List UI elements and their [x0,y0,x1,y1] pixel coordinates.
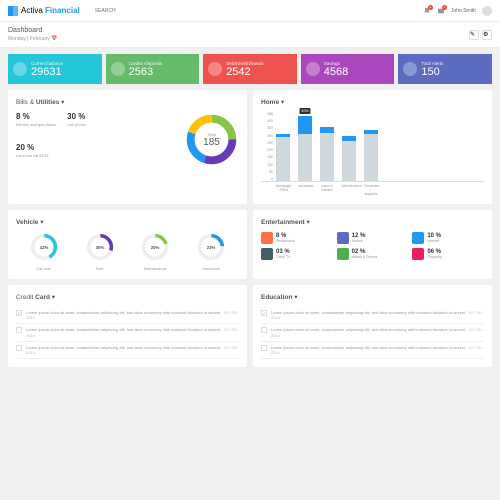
notification-badge: 2 [428,5,433,10]
category-icon [261,248,273,260]
entertainment-item: 8 %Restaurants [261,232,333,244]
category-icon [412,232,424,244]
y-axis: 450400350300250200150100500 [261,112,273,181]
tile-3[interactable]: Savings4568 [301,54,395,84]
credit-title: Credit Card ▾ [16,293,239,301]
entertainment-grid: 8 %Restaurants 12 %Movies10 %Internet 03 %… [261,232,484,260]
bills-card: Bills & Utilities ▾ 8 %Electric and gas,… [8,90,247,204]
settings-button[interactable]: ⚙ [482,30,492,40]
page-title: Dashboard [8,27,58,34]
education-card: Education ▾ ✓ Lorem ipsum dolor sit amet,… [253,285,492,367]
category-icon [412,248,424,260]
top-header: Activa Financial 2 3 John Smith [0,0,500,22]
bills-title: Bills & Utilities ▾ [16,98,239,106]
checkbox[interactable] [261,345,267,351]
logo[interactable]: Activa Financial [8,6,80,16]
entertainment-title: Entertainment ▾ [261,218,484,226]
bill-stat: 30 %Cell phone [67,112,112,137]
tile-icon [403,62,417,76]
list-item[interactable]: Lorem ipsum dolor sit amet, consectetuer… [261,342,484,359]
tile-icon [13,62,27,76]
home-bar-chart: 450400350300250200150100500 40% [261,112,484,182]
bar[interactable] [320,133,334,181]
tile-1[interactable]: Credits /deposits2563 [106,54,200,84]
messages-icon[interactable]: 3 [437,7,445,15]
tile-icon [208,62,222,76]
avatar[interactable] [482,6,492,16]
category-icon [337,248,349,260]
list-item[interactable]: Lorem ipsum dolor sit amet, consectetuer… [261,324,484,341]
svg-text:20%: 20% [151,245,160,250]
edit-button[interactable]: ✎ [469,30,479,40]
category-icon [261,232,273,244]
tile-icon [306,62,320,76]
vehicle-title: Vehicle ▾ [16,218,239,226]
bar[interactable]: 40% [298,134,312,181]
svg-text:23%: 23% [207,245,216,250]
bar[interactable] [276,137,290,181]
bar[interactable] [342,141,356,181]
home-title: Home ▾ [261,98,484,106]
vehicle-donut: 20%Maintenance [140,232,170,271]
home-card: Home ▾ 450400350300250200150100500 40% M… [253,90,492,204]
subheader: Dashboard Monday | February 📅 ✎ ⚙ [0,22,500,48]
education-title: Education ▾ [261,293,484,301]
tile-0[interactable]: Current balance29631 [8,54,102,84]
bills-stats: 8 %Electric and gas,Water30 %Cell phone2… [16,112,116,167]
logo-text: Activa Financial [21,6,80,15]
messages-badge: 3 [442,5,447,10]
bill-stat: 8 %Electric and gas,Water [16,112,61,137]
tile-4[interactable]: Total Alerts150 [398,54,492,84]
svg-text:30%: 30% [95,245,104,250]
list-item[interactable]: Lorem ipsum dolor sit amet, consectetuer… [16,342,239,359]
date-range[interactable]: Monday | February 📅 [8,36,58,42]
checkbox[interactable] [16,327,22,333]
bills-donut-chart: Total185 [184,112,239,167]
list-item[interactable]: Lorem ipsum dolor sit amet, consectetuer… [16,324,239,341]
tile-2[interactable]: Debits/withdrawals2542 [203,54,297,84]
vehicle-donut: 42%Car loan [29,232,59,271]
credit-list: ✓ Lorem ipsum dolor sit amet, consectetue… [16,307,239,359]
vehicle-donuts: 42%Car loan 30%Fuel 20%Maintenance 23%Insur… [16,232,239,271]
list-item[interactable]: ✓Lorem ipsum dolor sit amet, consectetue… [261,307,484,324]
vehicle-card: Vehicle ▾ 42%Car loan 30%Fuel 20%Maintenan… [8,210,247,279]
education-list: ✓ Lorem ipsum dolor sit amet, consectetue… [261,307,484,359]
vehicle-donut: 30%Fuel [85,232,115,271]
summary-tiles: Current balance29631Credits /deposits256… [0,48,500,90]
entertainment-item: 02 %Health & Fitness [337,248,409,260]
entertainment-item: 12 %Movies [337,232,409,244]
checkbox[interactable] [16,345,22,351]
entertainment-item: 10 %Internet [412,232,484,244]
checkbox[interactable]: ✓ [16,310,22,316]
logo-icon [8,6,18,16]
entertainment-item: 03 %Cable TV [261,248,333,260]
category-icon [337,232,349,244]
entertainment-item: 06 %Shopping [412,248,484,260]
entertainment-card: Entertainment ▾ 8 %Restaurants 12 %Movies… [253,210,492,279]
bar[interactable] [364,134,378,181]
x-axis: Mortgage / RentInsuranceLawn & GardenMai… [261,184,484,196]
tile-icon [111,62,125,76]
credit-card: Credit Card ▾ ✓ Lorem ipsum dolor sit ame… [8,285,247,367]
username[interactable]: John Smith [451,8,476,14]
bill-stat: 20 %Land line bill AT&T [16,143,61,168]
search-input[interactable] [95,8,155,14]
notification-bell-icon[interactable]: 2 [423,7,431,15]
checkbox[interactable]: ✓ [261,310,267,316]
svg-text:42%: 42% [40,245,49,250]
vehicle-donut: 23%Insurance [196,232,226,271]
checkbox[interactable] [261,327,267,333]
list-item[interactable]: ✓Lorem ipsum dolor sit amet, consectetue… [16,307,239,324]
